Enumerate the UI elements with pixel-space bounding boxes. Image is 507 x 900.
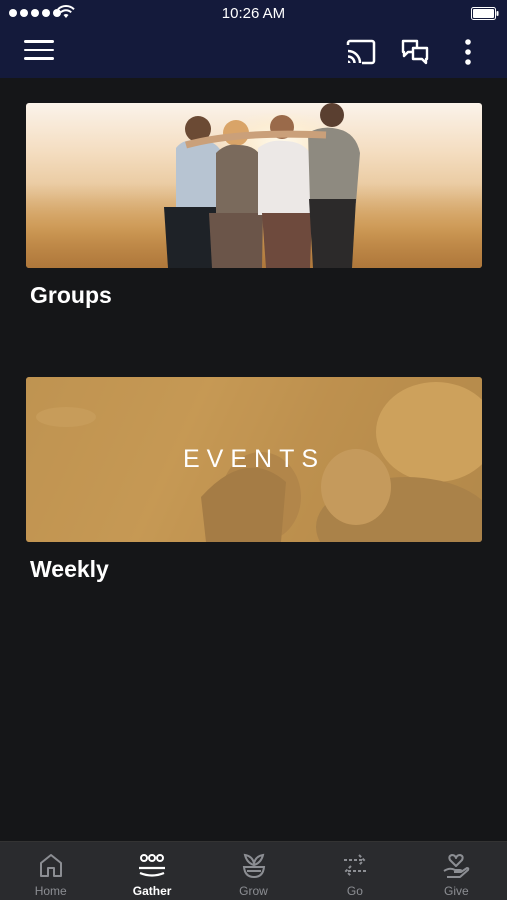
plant-icon xyxy=(242,853,265,879)
tab-give-label: Give xyxy=(443,884,469,898)
top-bar: 10:26 AM xyxy=(0,0,507,78)
events-banner-text: EVENTS xyxy=(182,445,326,473)
people-group-icon xyxy=(139,854,166,877)
battery-icon xyxy=(471,7,499,20)
events-banner-image[interactable]: EVENTS xyxy=(26,377,482,542)
tab-grow[interactable]: Grow xyxy=(203,842,304,900)
tab-give[interactable]: Give xyxy=(406,842,507,900)
heart-hand-icon xyxy=(443,854,470,878)
groups-banner-image[interactable] xyxy=(26,103,482,268)
arrows-exchange-icon xyxy=(343,854,366,877)
tab-home-label: Home xyxy=(34,884,67,898)
friends-silhouette xyxy=(164,103,360,268)
groups-card[interactable]: Groups xyxy=(26,103,482,309)
status-time: 10:26 AM xyxy=(221,5,286,22)
cast-icon[interactable] xyxy=(345,38,377,66)
chat-bubbles-icon[interactable] xyxy=(400,38,430,66)
nav-bar xyxy=(0,28,507,78)
groups-title[interactable]: Groups xyxy=(30,282,482,309)
tab-grow-label: Grow xyxy=(239,884,268,898)
tab-go[interactable]: Go xyxy=(304,842,405,900)
tab-gather-label: Gather xyxy=(132,884,172,898)
weekly-title[interactable]: Weekly xyxy=(30,556,482,583)
tab-home[interactable]: Home xyxy=(0,842,101,900)
tab-go-label: Go xyxy=(346,884,363,898)
home-icon xyxy=(39,854,62,877)
weekly-card[interactable]: EVENTS Weekly xyxy=(26,377,482,583)
bottom-tab-bar: Home Gather Grow Go Give xyxy=(0,841,507,900)
hamburger-menu-icon[interactable] xyxy=(24,40,54,64)
more-vertical-icon[interactable] xyxy=(460,38,476,68)
status-bar: 10:26 AM xyxy=(0,0,507,28)
tab-gather[interactable]: Gather xyxy=(101,842,202,900)
